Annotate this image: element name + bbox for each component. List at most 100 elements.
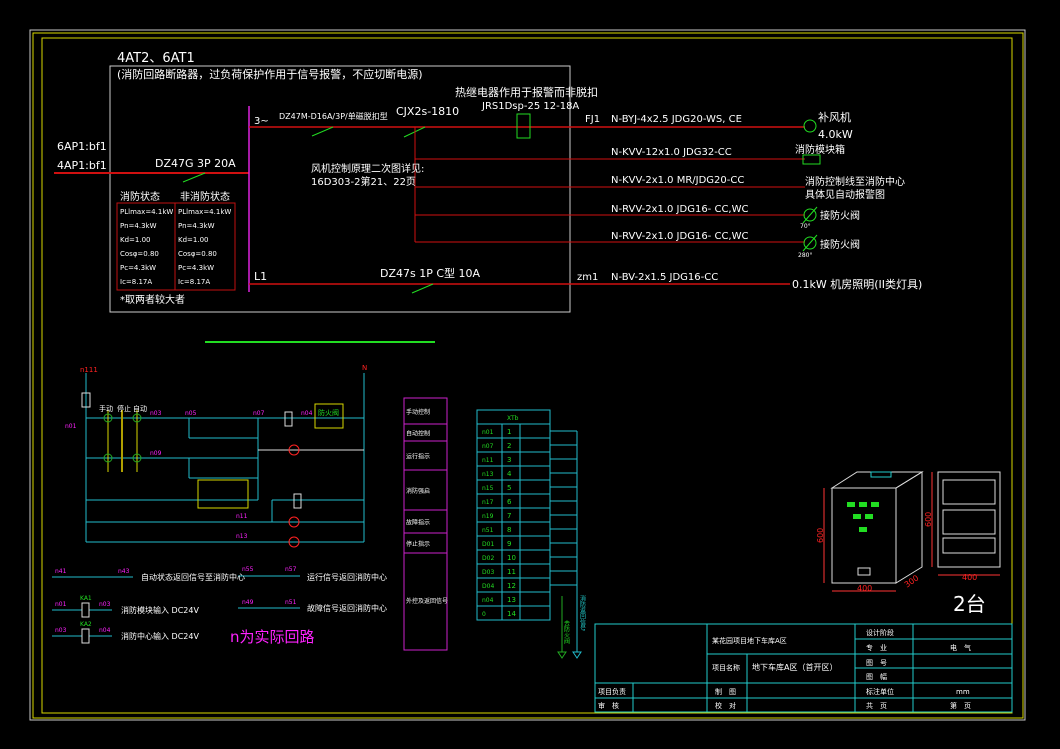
legend-node: n41 bbox=[55, 568, 67, 575]
circuit-cable: N-RVV-2x1.0 JDG16- CC,WC bbox=[611, 231, 748, 242]
node-label: n03 bbox=[150, 410, 162, 417]
load-name: 具体见自动报警图 bbox=[805, 188, 885, 201]
switch-stop: 停止 bbox=[117, 404, 131, 413]
circuit-cable: N-RVV-2x1.0 JDG16- CC,WC bbox=[611, 204, 748, 215]
legend-device: KA2 bbox=[80, 621, 92, 628]
fire-damper-icon bbox=[802, 206, 818, 224]
function-label: 手动控制 bbox=[406, 408, 430, 416]
legend-node: n57 bbox=[285, 566, 297, 573]
fire-module-box-icon bbox=[802, 154, 821, 165]
load-value-fire: Kd=1.00 bbox=[120, 236, 151, 244]
load-value-fire: Ic=8.17A bbox=[120, 278, 152, 286]
terminal-title: XTb bbox=[507, 415, 519, 422]
terminal-wire: n01 bbox=[482, 429, 494, 436]
circuit-id: zm1 bbox=[577, 272, 598, 283]
header-note: (消防回路断路器，过负荷保护作用于信号报警，不应切断电源) bbox=[117, 67, 423, 81]
terminal-cell bbox=[519, 451, 551, 467]
stage-label: 设计阶段 bbox=[866, 628, 894, 637]
legend-node: n49 bbox=[242, 599, 254, 606]
terminal-cell bbox=[519, 535, 551, 551]
review-label: 审 核 bbox=[598, 701, 619, 710]
panel-height-dim: 600 bbox=[924, 512, 933, 527]
load-value-nonfire: Kd=1.00 bbox=[178, 236, 209, 244]
node-label: n09 bbox=[150, 450, 162, 457]
load-power: 4.0kW bbox=[818, 128, 853, 141]
terminal-number: 1 bbox=[507, 428, 511, 436]
legend-node: n51 bbox=[285, 599, 297, 606]
terminal-cell bbox=[519, 521, 551, 537]
main-breaker-symbol bbox=[182, 172, 206, 183]
terminal-number: 7 bbox=[507, 512, 511, 520]
switch-manual: 手动 bbox=[99, 404, 113, 413]
load-value-fire: Cosφ=0.80 bbox=[120, 250, 159, 258]
drawing-canvas: 4AT2、6AT1 (消防回路断路器，过负荷保护作用于信号报警，不应切断电源) … bbox=[29, 29, 1026, 721]
terminal-cell bbox=[519, 465, 551, 481]
cabinet-quantity: 2台 bbox=[953, 592, 986, 616]
terminal-wire: n51 bbox=[482, 527, 494, 534]
note-actual-circuit: n为实际回路 bbox=[230, 628, 315, 646]
terminal-cell bbox=[519, 437, 551, 453]
legend-node: n04 bbox=[99, 627, 111, 634]
load-name: 补风机 bbox=[818, 110, 851, 124]
thermal-relay-icon bbox=[516, 113, 531, 139]
load-value-nonfire: Cosφ=0.80 bbox=[178, 250, 217, 258]
table-note: *取两者较大者 bbox=[120, 293, 185, 306]
function-label: 自动控制 bbox=[406, 430, 430, 438]
sheet-border bbox=[32, 32, 1024, 719]
terminal-cell bbox=[519, 591, 551, 607]
legend-text-1: 自动状态返回信号至消防中心 bbox=[141, 572, 245, 582]
legend-text-2: 运行信号返回消防中心 bbox=[307, 572, 387, 582]
terminal-wire: D04 bbox=[482, 583, 494, 590]
input-label-2: 4AP1:bf1 bbox=[57, 159, 107, 172]
to-damper-label: 去防火阀 bbox=[563, 619, 570, 645]
l1-label: L1 bbox=[254, 270, 267, 283]
legend-text-4: 故障信号返回消防中心 bbox=[307, 603, 387, 613]
load-value-nonfire: Pc=4.3kW bbox=[178, 264, 214, 272]
legend-text-3: 消防模块输入 DC24V bbox=[121, 605, 199, 615]
terminal-wire: n17 bbox=[482, 499, 494, 506]
node-label: n11 bbox=[236, 513, 248, 520]
table-header-fire: 消防状态 bbox=[120, 190, 160, 203]
check-label: 校 对 bbox=[715, 701, 736, 710]
terminal-number: 3 bbox=[507, 456, 511, 464]
control-note-1: 风机控制原理二次图详见: bbox=[311, 162, 424, 175]
function-label: 停止指示 bbox=[406, 540, 430, 548]
unit-label: 标注单位 bbox=[866, 687, 894, 696]
node-label: n01 bbox=[65, 423, 77, 430]
terminal-number: 5 bbox=[507, 484, 511, 492]
motor-breaker-label: DZ47M-D16A/3P/单磁脱扣型 bbox=[279, 111, 388, 121]
legend-device: KA1 bbox=[80, 595, 92, 602]
size-label: 图 幅 bbox=[866, 672, 887, 681]
drawing-no-label: 图 号 bbox=[866, 659, 887, 667]
input-label-1: 6AP1:bf1 bbox=[57, 140, 107, 153]
main-breaker-label: DZ47G 3P 20A bbox=[155, 157, 236, 170]
phase-label: 3~ bbox=[254, 116, 269, 127]
terminal-wire: D02 bbox=[482, 555, 494, 562]
legend-node: n43 bbox=[118, 568, 130, 575]
discipline-label: 专 业 bbox=[866, 643, 887, 652]
function-label: 故障指示 bbox=[406, 519, 430, 527]
load-name: 接防火阀 bbox=[820, 209, 860, 222]
legend-node: n55 bbox=[242, 566, 254, 573]
terminal-number: 11 bbox=[507, 568, 516, 576]
control-circuit bbox=[81, 373, 365, 548]
load-name: 消防模块箱 bbox=[795, 143, 845, 156]
project-name: 地下车库A区（首开区） bbox=[752, 662, 837, 672]
motor-icon bbox=[803, 119, 817, 133]
legend-node: n03 bbox=[99, 601, 111, 608]
page-label: 第 页 bbox=[950, 701, 971, 710]
thermal-note: 热继电器作用于报警而非脱扣 bbox=[455, 85, 598, 99]
terminal-cell bbox=[519, 423, 551, 439]
terminal-number: 12 bbox=[507, 582, 516, 590]
cabinet-depth-dim: 300 bbox=[903, 573, 921, 589]
function-label: 运行指示 bbox=[406, 453, 430, 461]
load-name: 消防控制线至消防中心 bbox=[805, 175, 905, 188]
function-label: 消防强启 bbox=[406, 487, 430, 495]
contactor-label: CJX2s-1810 bbox=[396, 105, 459, 118]
thermal-model: JRS1Dsp-25 12-18A bbox=[481, 101, 579, 112]
terminal-block: XTb n01 1 n07 2 n11 3 n13 4 n15 5 n17 6 n19 7 n51 8 D01 9 D… bbox=[476, 409, 577, 621]
project-name-label: 项目名称 bbox=[712, 663, 740, 672]
terminal-wire: n04 bbox=[482, 597, 494, 604]
load-table bbox=[116, 202, 236, 291]
project-title: 某花园项目地下车库A区 bbox=[712, 636, 787, 645]
